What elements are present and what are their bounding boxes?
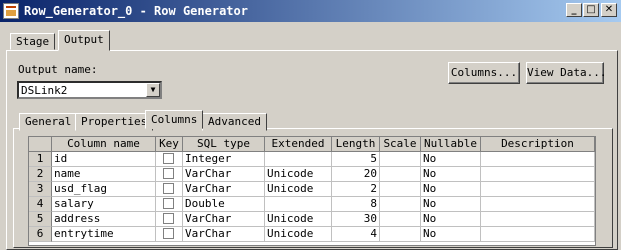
cell-scale[interactable] — [380, 212, 421, 227]
cell-length[interactable]: 8 — [332, 197, 380, 212]
cell-length[interactable]: 30 — [332, 212, 380, 227]
cell-extended[interactable]: Unicode — [265, 212, 332, 227]
title-bar[interactable]: Row_Generator_0 - Row Generator _ □ ✕ — [0, 0, 621, 22]
key-checkbox[interactable] — [163, 183, 174, 194]
cell-column-name[interactable]: entrytime — [52, 227, 156, 242]
cell-column-name[interactable]: id — [52, 152, 156, 167]
output-name-select[interactable]: DSLink2 ▼ — [17, 81, 162, 99]
cell-length[interactable]: 4 — [332, 227, 380, 242]
tab-stage[interactable]: Stage — [10, 33, 56, 50]
header-key[interactable]: Key — [156, 137, 183, 152]
cell-nullable[interactable]: No — [421, 167, 481, 182]
cell-sql-type[interactable]: VarChar — [183, 227, 265, 242]
table-row[interactable]: 1 id Integer 5 No — [29, 152, 595, 167]
cell-extended[interactable]: Unicode — [265, 167, 332, 182]
tab-general[interactable]: General — [19, 113, 78, 131]
header-column-name[interactable]: Column name — [52, 137, 156, 152]
header-sql-type[interactable]: SQL type — [183, 137, 265, 152]
cell-scale[interactable] — [380, 197, 421, 212]
cell-extended[interactable]: Unicode — [265, 182, 332, 197]
output-name-label: Output name: — [18, 63, 98, 76]
cell-key[interactable] — [156, 152, 183, 167]
cell-sql-type[interactable]: VarChar — [183, 167, 265, 182]
table-row[interactable]: 6 entrytime VarChar Unicode 4 No — [29, 227, 595, 242]
columns-button[interactable]: Columns... — [448, 62, 520, 84]
key-checkbox[interactable] — [163, 213, 174, 224]
cell-length[interactable]: 5 — [332, 152, 380, 167]
row-number: 5 — [29, 212, 52, 227]
cell-extended[interactable] — [265, 152, 332, 167]
key-checkbox[interactable] — [163, 198, 174, 209]
cell-key[interactable] — [156, 212, 183, 227]
table-row[interactable]: 5 address VarChar Unicode 30 No — [29, 212, 595, 227]
cell-key[interactable] — [156, 197, 183, 212]
tab-properties[interactable]: Properties — [75, 113, 154, 131]
app-icon — [3, 3, 19, 19]
cell-description[interactable] — [481, 212, 595, 227]
cell-sql-type[interactable]: VarChar — [183, 212, 265, 227]
cell-key[interactable] — [156, 227, 183, 242]
chevron-down-icon[interactable]: ▼ — [146, 83, 160, 97]
header-corner — [29, 137, 52, 152]
cell-nullable[interactable]: No — [421, 227, 481, 242]
header-nullable[interactable]: Nullable — [421, 137, 481, 152]
cell-key[interactable] — [156, 182, 183, 197]
cell-scale[interactable] — [380, 167, 421, 182]
cell-column-name[interactable]: address — [52, 212, 156, 227]
cell-sql-type[interactable]: Integer — [183, 152, 265, 167]
minimize-button[interactable]: _ — [566, 3, 582, 17]
cell-extended[interactable]: Unicode — [265, 227, 332, 242]
cell-column-name[interactable]: name — [52, 167, 156, 182]
header-extended[interactable]: Extended — [265, 137, 332, 152]
row-number: 6 — [29, 227, 52, 242]
cell-length[interactable]: 20 — [332, 167, 380, 182]
key-checkbox[interactable] — [163, 168, 174, 179]
header-length[interactable]: Length — [332, 137, 380, 152]
maximize-button[interactable]: □ — [583, 3, 599, 17]
cell-description[interactable] — [481, 197, 595, 212]
grid-header: Column name Key SQL type Extended Length… — [29, 137, 595, 152]
cell-sql-type[interactable]: VarChar — [183, 182, 265, 197]
cell-description[interactable] — [481, 227, 595, 242]
view-data-button[interactable]: View Data... — [526, 62, 606, 84]
cell-length[interactable]: 2 — [332, 182, 380, 197]
cell-nullable[interactable]: No — [421, 212, 481, 227]
header-description[interactable]: Description — [481, 137, 595, 152]
row-number: 3 — [29, 182, 52, 197]
output-name-value: DSLink2 — [21, 84, 68, 97]
tab-advanced[interactable]: Advanced — [202, 113, 267, 131]
cell-scale[interactable] — [380, 152, 421, 167]
cell-description[interactable] — [481, 167, 595, 182]
cell-nullable[interactable]: No — [421, 182, 481, 197]
cell-key[interactable] — [156, 167, 183, 182]
cell-sql-type[interactable]: Double — [183, 197, 265, 212]
key-checkbox[interactable] — [163, 228, 174, 239]
header-scale[interactable]: Scale — [380, 137, 421, 152]
cell-scale[interactable] — [380, 182, 421, 197]
cell-nullable[interactable]: No — [421, 152, 481, 167]
window-title: Row_Generator_0 - Row Generator — [24, 4, 248, 18]
tab-columns[interactable]: Columns — [145, 110, 204, 129]
table-row[interactable]: 3 usd_flag VarChar Unicode 2 No — [29, 182, 595, 197]
row-number: 2 — [29, 167, 52, 182]
cell-nullable[interactable]: No — [421, 197, 481, 212]
columns-grid[interactable]: Column name Key SQL type Extended Length… — [28, 136, 596, 246]
key-checkbox[interactable] — [163, 153, 174, 164]
cell-description[interactable] — [481, 152, 595, 167]
cell-extended[interactable] — [265, 197, 332, 212]
tab-output[interactable]: Output — [58, 30, 110, 51]
cell-column-name[interactable]: usd_flag — [52, 182, 156, 197]
row-number: 1 — [29, 152, 52, 167]
cell-scale[interactable] — [380, 227, 421, 242]
row-number: 4 — [29, 197, 52, 212]
table-row[interactable]: 4 salary Double 8 No — [29, 197, 595, 212]
table-row[interactable]: 2 name VarChar Unicode 20 No — [29, 167, 595, 182]
cell-description[interactable] — [481, 182, 595, 197]
close-button[interactable]: ✕ — [601, 3, 617, 17]
cell-column-name[interactable]: salary — [52, 197, 156, 212]
